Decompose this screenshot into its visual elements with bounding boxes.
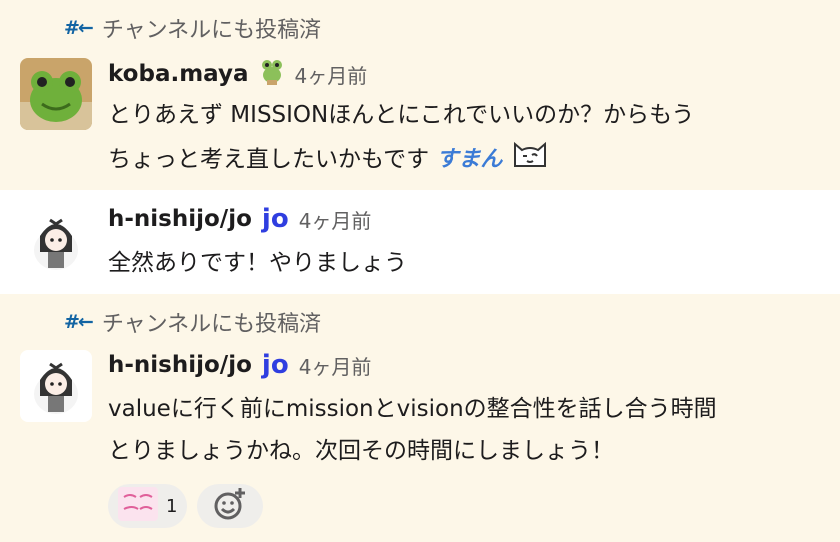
thread-shared-icon: #← bbox=[64, 17, 94, 39]
author-name[interactable]: h-nishijo/jo bbox=[108, 206, 252, 232]
avatar[interactable] bbox=[20, 206, 92, 278]
message-body: 全然ありです！やりましょう bbox=[108, 242, 828, 284]
timestamp[interactable]: 4ヶ月前 bbox=[299, 205, 372, 234]
message-line: とりあえず MISSIONほんとにこれでいいのか？からもう bbox=[108, 102, 695, 128]
add-reaction-button[interactable] bbox=[197, 484, 264, 528]
frog-avatar-icon bbox=[20, 58, 92, 130]
avatar[interactable] bbox=[20, 58, 92, 130]
cat-face-emoji-icon bbox=[510, 136, 550, 184]
reaction-bar: 1 bbox=[108, 484, 264, 528]
author-name[interactable]: h-nishijo/jo bbox=[108, 352, 252, 378]
message-header: koba.maya 4ヶ月前 bbox=[108, 58, 367, 90]
message-line: 全然ありです！やりましょう bbox=[108, 250, 407, 276]
message-line-2: ちょっと考え直したいかもです すまん bbox=[108, 136, 828, 184]
shared-to-channel-row: #← チャンネルにも投稿済 bbox=[64, 306, 321, 338]
thread-shared-icon: #← bbox=[64, 311, 94, 333]
message-1: #← チャンネルにも投稿済 koba.maya 4ヶ月前 とりあえず MISSI bbox=[0, 0, 840, 190]
message-body: valueに行く前にmissionとvisionの整合性を話し合う時間 とりまし… bbox=[108, 388, 828, 472]
message-header: h-nishijo/jo jo 4ヶ月前 bbox=[108, 204, 371, 234]
message-body: とりあえず MISSIONほんとにこれでいいのか？からもう ちょっと考え直したい… bbox=[108, 94, 828, 184]
message-line-2: とりましょうかね。次回その時間にしましょう！ bbox=[108, 438, 614, 464]
message-line: valueに行く前にmissionとvisionの整合性を話し合う時間 bbox=[108, 396, 717, 422]
reaction-arigatou[interactable]: 1 bbox=[108, 484, 188, 528]
frog-status-icon bbox=[259, 58, 285, 90]
message-header: h-nishijo/jo jo 4ヶ月前 bbox=[108, 350, 371, 380]
shared-to-channel-row: #← チャンネルにも投稿済 bbox=[64, 12, 321, 44]
suman-emoji-icon: すまん bbox=[436, 147, 503, 172]
jo-badge-icon: jo bbox=[261, 350, 289, 380]
character-avatar-icon bbox=[20, 206, 92, 278]
timestamp[interactable]: 4ヶ月前 bbox=[299, 351, 372, 380]
jo-badge-icon: jo bbox=[261, 204, 289, 234]
character-avatar-icon bbox=[20, 350, 92, 422]
message-2: h-nishijo/jo jo 4ヶ月前 全然ありです！やりましょう bbox=[0, 190, 840, 294]
reaction-count: 1 bbox=[166, 495, 178, 517]
avatar[interactable] bbox=[20, 350, 92, 422]
shared-label: チャンネルにも投稿済 bbox=[101, 18, 322, 43]
shared-label: チャンネルにも投稿済 bbox=[101, 312, 322, 337]
message-text: ちょっと考え直したいかもです bbox=[108, 146, 430, 173]
author-name[interactable]: koba.maya bbox=[108, 61, 249, 87]
add-emoji-icon bbox=[213, 487, 247, 525]
arigatou-emoji-icon bbox=[118, 487, 158, 525]
timestamp[interactable]: 4ヶ月前 bbox=[295, 60, 368, 89]
